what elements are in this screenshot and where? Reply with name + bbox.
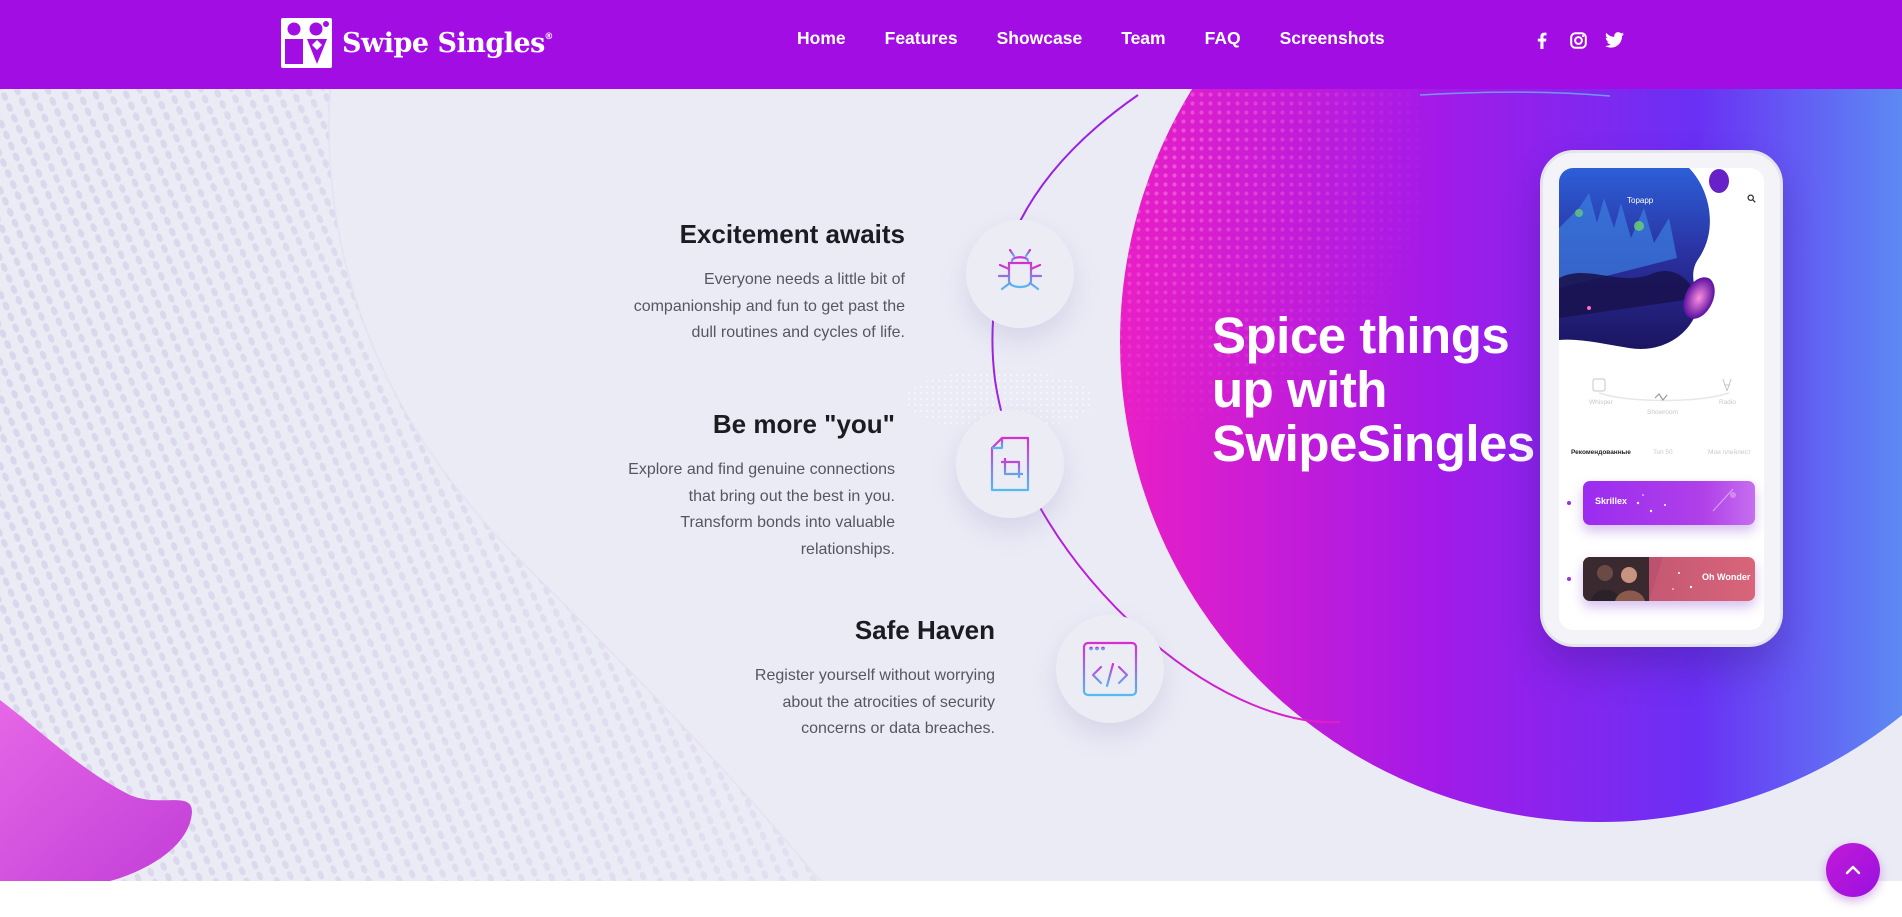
main-nav: Home Features Showcase Team FAQ Screensh…	[797, 28, 1385, 49]
track-indicator	[1567, 501, 1571, 505]
facebook-icon[interactable]	[1530, 29, 1554, 51]
feature-safe-haven: Safe Haven Register yourself without wor…	[695, 615, 995, 743]
scroll-to-top-button[interactable]	[1826, 843, 1880, 897]
track-indicator	[1567, 577, 1571, 581]
mode-label[interactable]: Whisper	[1589, 399, 1613, 406]
brand-name: Swipe Singles ®	[342, 27, 553, 59]
feature-be-you: Be more "you" Explore and find genuine c…	[585, 409, 895, 563]
track-name: Oh Wonder	[1702, 572, 1751, 582]
feature-excitement: Excitement awaits Everyone needs a littl…	[605, 219, 905, 347]
phone-mockup: Topapp Whisper Showroom Radio Рекомендов…	[1540, 150, 1783, 647]
feature-title: Excitement awaits	[679, 219, 905, 249]
crop-icon	[990, 436, 1030, 492]
code-window-icon-badge	[1056, 615, 1164, 723]
nav-faq[interactable]: FAQ	[1205, 28, 1241, 49]
track-card[interactable]: Skrillex	[1583, 481, 1755, 525]
nav-showcase[interactable]: Showcase	[997, 28, 1083, 49]
app-title: Topapp	[1627, 196, 1654, 205]
feature-description: Explore and find genuine connections tha…	[628, 461, 895, 558]
track-name: Skrillex	[1595, 496, 1628, 506]
tab-my-playlist[interactable]: Мои плейлист	[1708, 449, 1751, 456]
nav-team[interactable]: Team	[1121, 28, 1165, 49]
app-header-illustration	[1559, 168, 1729, 349]
phone-screen: Topapp Whisper Showroom Radio Рекомендов…	[1559, 168, 1764, 630]
mode-selector: Whisper Showroom Radio	[1559, 373, 1764, 423]
nav-screenshots[interactable]: Screenshots	[1280, 28, 1385, 49]
brand-logo-link[interactable]: Swipe Singles ®	[281, 18, 553, 68]
twitter-icon[interactable]	[1602, 29, 1626, 51]
mode-label[interactable]: Radio	[1719, 399, 1736, 406]
bug-icon-badge	[966, 220, 1074, 328]
feature-title: Be more "you"	[712, 409, 895, 439]
chevron-up-icon	[1845, 865, 1861, 875]
social-links	[1530, 29, 1638, 51]
tab-recommended[interactable]: Рекомендованные	[1571, 449, 1631, 456]
nav-home[interactable]: Home	[797, 28, 846, 49]
hero-headline: Spice things up with SwipeSingles	[1212, 307, 1535, 472]
feature-title: Safe Haven	[854, 615, 995, 645]
feature-description: Everyone needs a little bit of companion…	[633, 271, 905, 341]
mode-label[interactable]: Showroom	[1647, 409, 1678, 416]
hero-section: Excitement awaits Everyone needs a littl…	[0, 89, 1902, 881]
feature-description: Register yourself without worrying about…	[754, 667, 995, 737]
instagram-icon[interactable]	[1566, 29, 1590, 51]
nav-features[interactable]: Features	[885, 28, 958, 49]
site-header: Swipe Singles ® Home Features Showcase Te…	[0, 0, 1902, 89]
search-icon[interactable]	[1747, 194, 1756, 203]
couple-logo-icon	[281, 18, 332, 68]
code-window-icon	[1082, 641, 1138, 697]
track-card[interactable]: Oh Wonder	[1583, 557, 1755, 601]
crop-icon-badge	[956, 410, 1064, 518]
tab-top50[interactable]: Топ 50	[1653, 449, 1673, 456]
bug-icon	[997, 248, 1043, 291]
